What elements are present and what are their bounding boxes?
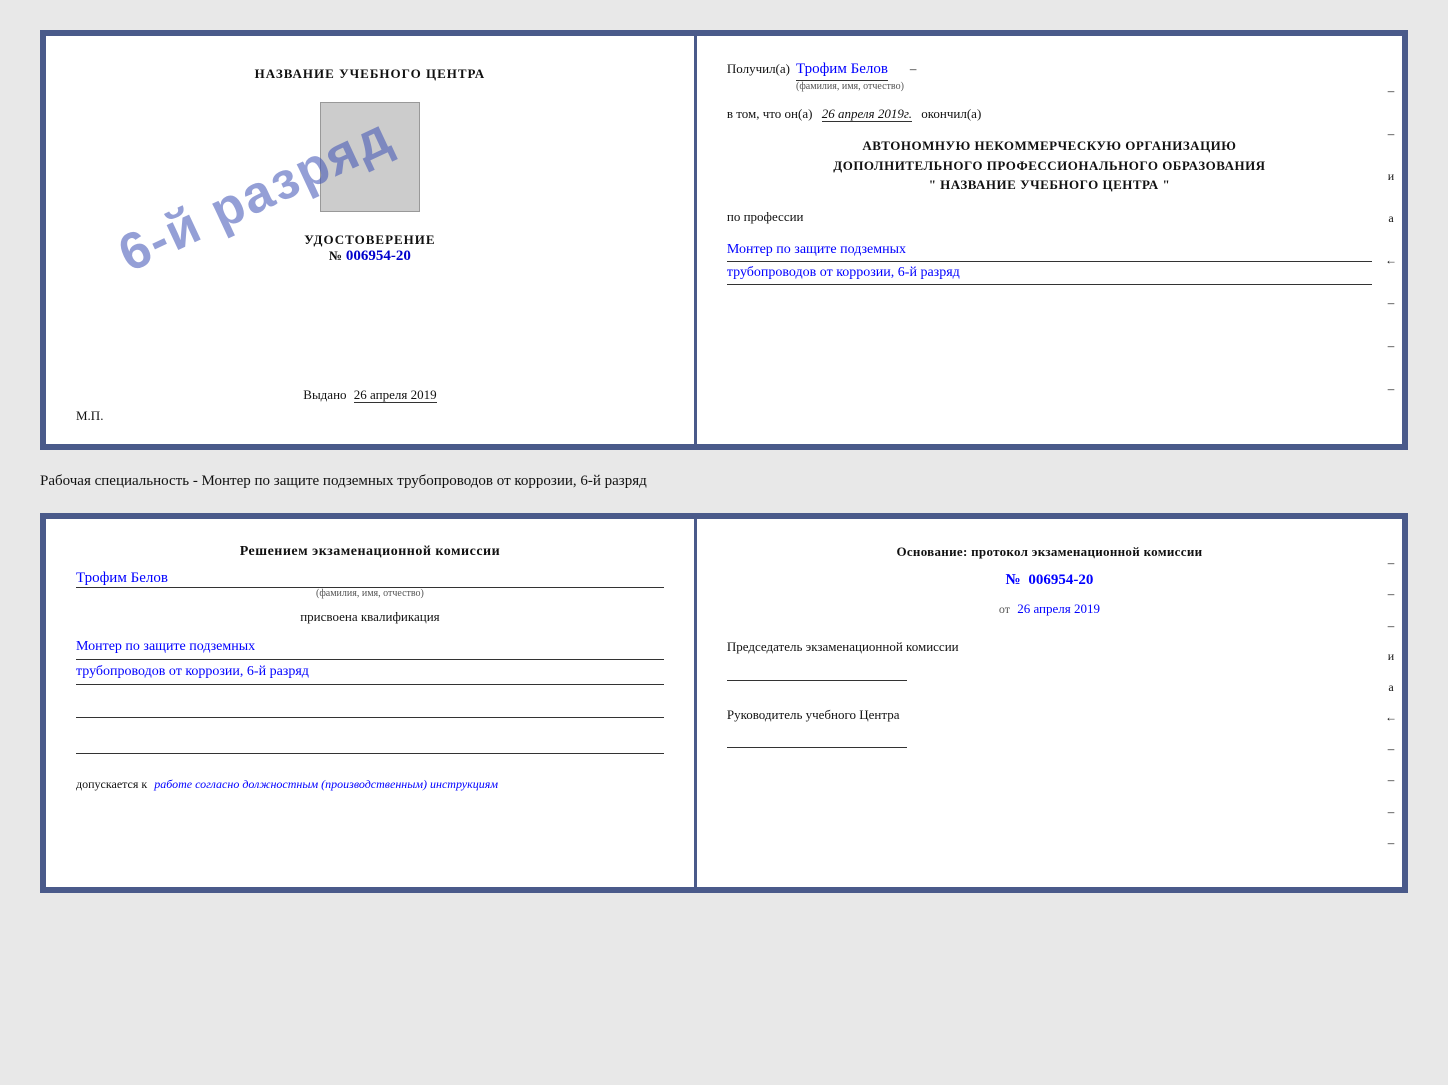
qualification-label: присвоена квалификация [76,609,664,625]
protocol-date-block: от 26 апреля 2019 [727,601,1372,617]
chairman-label: Председатель экзаменационной комиссии [727,637,1372,657]
org-line3: " НАЗВАНИЕ УЧЕБНОГО ЦЕНТРА " [727,175,1372,195]
recipient-line: Получил(а) Трофим Белов (фамилия, имя, о… [727,61,1372,92]
cert-number-prefix: № [329,248,342,263]
date-value: 26 апреля 2019г. [822,106,912,122]
bottom-certificate: Решением экзаменационной комиссии Трофим… [40,513,1408,893]
qualification-block: Монтер по защите подземных трубопроводов… [76,635,664,685]
profession-value1: Монтер по защите подземных [727,239,1372,262]
right-side-decoration: – – – и а ← – – – – [1380,519,1402,887]
issued-date-value: 26 апреля 2019 [354,387,437,403]
bottom-person-name: Трофим Белов [76,570,664,588]
page-wrapper: НАЗВАНИЕ УЧЕБНОГО ЦЕНТРА УДОСТОВЕРЕНИЕ №… [0,0,1448,923]
date-line: в том, что он(а) 26 апреля 2019г. окончи… [727,106,1372,122]
cert-number-block: УДОСТОВЕРЕНИЕ № 006954-20 [304,232,435,265]
org-line2: ДОПОЛНИТЕЛЬНОГО ПРОФЕССИОНАЛЬНОГО ОБРАЗО… [727,156,1372,176]
blank-line-2 [76,734,664,754]
qualification-value1: Монтер по защите подземных [76,635,664,660]
protocol-prefix: № [1006,572,1021,588]
leader-label: Руководитель учебного Центра [727,705,1372,725]
recipient-sublabel: (фамилия, имя, отчество) [796,81,904,92]
protocol-date-value: 26 апреля 2019 [1017,601,1100,616]
leader-sig-line [727,728,907,748]
admission-prefix: допускается к [76,777,147,791]
received-label: Получил(а) [727,61,790,77]
top-certificate: НАЗВАНИЕ УЧЕБНОГО ЦЕНТРА УДОСТОВЕРЕНИЕ №… [40,30,1408,450]
recipient-name: Трофим Белов [796,61,888,81]
profession-value2: трубопроводов от коррозии, 6-й разряд [727,262,1372,285]
cert-type-label: УДОСТОВЕРЕНИЕ [304,232,435,248]
bottom-cert-right: Основание: протокол экзаменационной коми… [697,519,1402,887]
chairman-sig-line [727,661,907,681]
profession-label: по профессии [727,209,1372,225]
admission-value: работе согласно должностным (производств… [154,777,498,791]
protocol-number: 006954-20 [1028,572,1093,588]
admission-block: допускается к работе согласно должностны… [76,777,664,792]
cert-number: 006954-20 [346,248,411,264]
org-block: АВТОНОМНУЮ НЕКОММЕРЧЕСКУЮ ОРГАНИЗАЦИЮ ДО… [727,136,1372,195]
profession-block: Монтер по защите подземных трубопроводов… [727,239,1372,286]
middle-text: Рабочая специальность - Монтер по защите… [40,468,1408,495]
mp-label: М.П. [76,408,103,424]
issued-prefix: Выдано [303,387,346,402]
photo-placeholder [320,102,420,212]
chairman-block: Председатель экзаменационной комиссии [727,637,1372,685]
bottom-person-block: Трофим Белов (фамилия, имя, отчество) [76,570,664,599]
org-name-top: НАЗВАНИЕ УЧЕБНОГО ЦЕНТРА [255,66,486,82]
top-cert-left: НАЗВАНИЕ УЧЕБНОГО ЦЕНТРА УДОСТОВЕРЕНИЕ №… [46,36,697,444]
top-cert-right: Получил(а) Трофим Белов (фамилия, имя, о… [697,36,1402,444]
completed-label: окончил(а) [921,106,981,121]
protocol-number-block: № 006954-20 [727,572,1372,589]
basis-title: Основание: протокол экзаменационной коми… [727,544,1372,560]
blank-line-1 [76,698,664,718]
issued-date-block: Выдано 26 апреля 2019 [303,377,436,403]
bottom-cert-left: Решением экзаменационной комиссии Трофим… [46,519,697,887]
ot-label: от [999,602,1010,616]
date-prefix: в том, что он(а) [727,106,813,121]
leader-block: Руководитель учебного Центра [727,705,1372,753]
side-decoration-lines: – – и а ← – – – [1380,36,1402,444]
qualification-value2: трубопроводов от коррозии, 6-й разряд [76,660,664,685]
org-line1: АВТОНОМНУЮ НЕКОММЕРЧЕСКУЮ ОРГАНИЗАЦИЮ [727,136,1372,156]
commission-title: Решением экзаменационной комиссии [76,544,664,560]
bottom-person-sublabel: (фамилия, имя, отчество) [76,588,664,599]
